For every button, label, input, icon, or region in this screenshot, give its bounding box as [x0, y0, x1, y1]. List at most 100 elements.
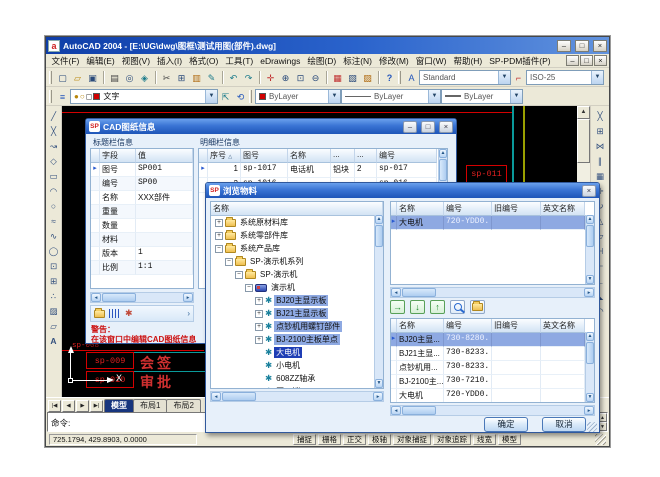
- scroll-up-icon[interactable]: ▲: [586, 332, 594, 341]
- tree-item[interactable]: −演示机: [211, 281, 374, 294]
- dim-style-combo[interactable]: ISO-25 ▼: [526, 70, 604, 85]
- barcode-icon[interactable]: [109, 309, 121, 318]
- tab-layout2[interactable]: 布局2: [166, 399, 200, 412]
- polyline-icon[interactable]: ↝: [47, 139, 61, 153]
- scroll-right-icon[interactable]: ▸: [584, 406, 594, 415]
- table-row[interactable]: 重量: [91, 205, 193, 219]
- chevron-down-icon[interactable]: ▼: [591, 71, 603, 84]
- layer-combo[interactable]: ● ○ ◻ 文字 ▼: [70, 89, 218, 104]
- column-header-seq[interactable]: 序号 △: [208, 149, 241, 163]
- zoom-previous-icon[interactable]: ⊖: [308, 70, 323, 85]
- mdi-close-button[interactable]: ×: [594, 55, 607, 66]
- tab-model[interactable]: 模型: [104, 399, 134, 412]
- dialog-resize-grip[interactable]: [587, 422, 597, 432]
- mirror-icon[interactable]: ⋈: [593, 139, 607, 153]
- mdi-restore-button[interactable]: □: [580, 55, 593, 66]
- scrollbar-thumb[interactable]: [577, 119, 590, 163]
- rectangle-icon[interactable]: ▭: [47, 169, 61, 183]
- menu-dimension[interactable]: 标注(N): [340, 55, 376, 67]
- line-icon[interactable]: ╱: [47, 109, 61, 123]
- open-folder-icon[interactable]: [94, 310, 105, 318]
- column-header-name[interactable]: 名称: [397, 202, 444, 216]
- arc-icon[interactable]: ◠: [47, 184, 61, 198]
- column-header-en-name[interactable]: 英文名称: [541, 319, 585, 333]
- tree-item[interactable]: ✱开口销: [211, 385, 374, 389]
- scrollbar-thumb[interactable]: [402, 288, 436, 297]
- publish-icon[interactable]: ◈: [137, 70, 152, 85]
- offset-icon[interactable]: ∥: [593, 154, 607, 168]
- tree-item[interactable]: +系统零部件库: [211, 229, 374, 242]
- toggle-snap[interactable]: 捕捉: [293, 434, 316, 445]
- prev-tab-icon[interactable]: ◀: [62, 400, 75, 412]
- material-list-table[interactable]: 名称 编号 旧编号 英文名称 ▸ BJ20主显... 730-8280... B…: [390, 318, 595, 403]
- chevron-down-icon[interactable]: ▼: [205, 90, 217, 103]
- chevron-down-icon[interactable]: ▼: [328, 90, 340, 103]
- save-icon[interactable]: ▣: [85, 70, 100, 85]
- scrollbar-thumb[interactable]: [102, 293, 136, 302]
- tree-item[interactable]: −SP-演示机: [211, 268, 374, 281]
- dialog-title-bar[interactable]: SP CAD图纸信息 – □ ×: [86, 119, 456, 134]
- tree-item[interactable]: −系统产品库: [211, 242, 374, 255]
- column-header-en-name[interactable]: 英文名称: [541, 202, 585, 216]
- table-row[interactable]: 点钞机用... 730-8233...: [391, 361, 594, 375]
- scroll-right-icon[interactable]: ▸: [373, 392, 383, 401]
- chevron-down-icon[interactable]: ▼: [510, 90, 522, 103]
- column-header-code[interactable]: 编号: [377, 149, 437, 163]
- horizontal-scrollbar[interactable]: ◂ ▸: [390, 405, 595, 416]
- scroll-left-icon[interactable]: ◂: [91, 293, 101, 302]
- scrollbar-thumb[interactable]: [439, 159, 447, 181]
- ok-button[interactable]: 确定: [484, 417, 528, 432]
- menu-draw[interactable]: 绘图(D): [304, 55, 340, 67]
- column-header-name[interactable]: 名称: [288, 149, 331, 163]
- column-header-field[interactable]: 字段: [100, 149, 136, 163]
- hatch-icon[interactable]: ▨: [47, 304, 61, 318]
- menu-help[interactable]: 帮助(H): [450, 55, 486, 67]
- layer-previous-icon[interactable]: ⟲: [233, 89, 248, 104]
- horizontal-scrollbar[interactable]: ◂ ▸: [90, 292, 194, 303]
- circle-icon[interactable]: ○: [47, 199, 61, 213]
- open-icon[interactable]: ▱: [70, 70, 85, 85]
- tree-item[interactable]: −SP-演示机系列: [211, 255, 374, 268]
- tree-item[interactable]: +✱点钞机用螺钉部件: [211, 320, 374, 333]
- vertical-scrollbar[interactable]: ▲ ▼: [585, 215, 594, 284]
- toggle-model[interactable]: 模型: [498, 434, 521, 445]
- window-resize-grip[interactable]: [595, 434, 606, 445]
- minimize-button[interactable]: –: [557, 40, 571, 52]
- menu-window[interactable]: 窗口(W): [412, 55, 450, 67]
- table-row[interactable]: ▸ 1 sp-1017 电话机 铝块 2 sp-017: [199, 163, 447, 178]
- title-block-grid[interactable]: 字段 值 ▸ 图号 SP001 编号 SP00 名称 XXX部件 重量: [90, 148, 194, 289]
- vertical-scrollbar[interactable]: ▲ ▼: [374, 215, 383, 388]
- array-icon[interactable]: ▦: [593, 169, 607, 183]
- vertical-scrollbar[interactable]: ▲ ▼: [585, 332, 594, 402]
- scrollbar-thumb[interactable]: [586, 342, 594, 364]
- column-header-old-code[interactable]: 旧编号: [492, 202, 541, 216]
- settings-icon[interactable]: ✱: [125, 309, 133, 318]
- tree-item[interactable]: ✱608ZZ轴承: [211, 372, 374, 385]
- dbconnect-icon[interactable]: ▧: [345, 70, 360, 85]
- insert-block-icon[interactable]: ⊡: [47, 259, 61, 273]
- scroll-up-icon[interactable]: ▲: [586, 215, 594, 224]
- undo-icon[interactable]: ↶: [226, 70, 241, 85]
- toggle-osnap[interactable]: 对象捕捉: [393, 434, 431, 445]
- chevron-down-icon[interactable]: ▼: [428, 90, 440, 103]
- scroll-up-icon[interactable]: ▲: [439, 149, 447, 158]
- tree-item[interactable]: +✱BJ20主显示板: [211, 294, 374, 307]
- lineweight-combo[interactable]: ByLayer ▼: [441, 89, 523, 104]
- maximize-button[interactable]: □: [575, 40, 589, 52]
- scroll-left-icon[interactable]: ◂: [211, 392, 221, 401]
- menu-sp-pdm-plugin[interactable]: SP-PDM插件(P): [486, 55, 554, 67]
- last-tab-icon[interactable]: ▶|: [90, 400, 103, 412]
- table-row[interactable]: 名称 XXX部件: [91, 191, 193, 205]
- region-icon[interactable]: ▱: [47, 319, 61, 333]
- column-header-value[interactable]: 值: [136, 149, 193, 163]
- column-header-more1[interactable]: ...: [331, 149, 355, 163]
- polygon-icon[interactable]: ◇: [47, 154, 61, 168]
- mdi-minimize-button[interactable]: –: [566, 55, 579, 66]
- title-bar[interactable]: a AutoCAD 2004 - [E:\UG\dwg\图框\测试用图(部件).…: [46, 37, 609, 54]
- tree-item[interactable]: +系统原材料库: [211, 216, 374, 229]
- column-header-code[interactable]: 编号: [444, 319, 492, 333]
- tree-item[interactable]: +✱BJ-2100主板单点: [211, 333, 374, 346]
- table-row[interactable]: ▸ 大电机 720-YDD0...: [391, 216, 594, 230]
- toolbar-grip[interactable]: [398, 71, 401, 84]
- toggle-ortho[interactable]: 正交: [343, 434, 366, 445]
